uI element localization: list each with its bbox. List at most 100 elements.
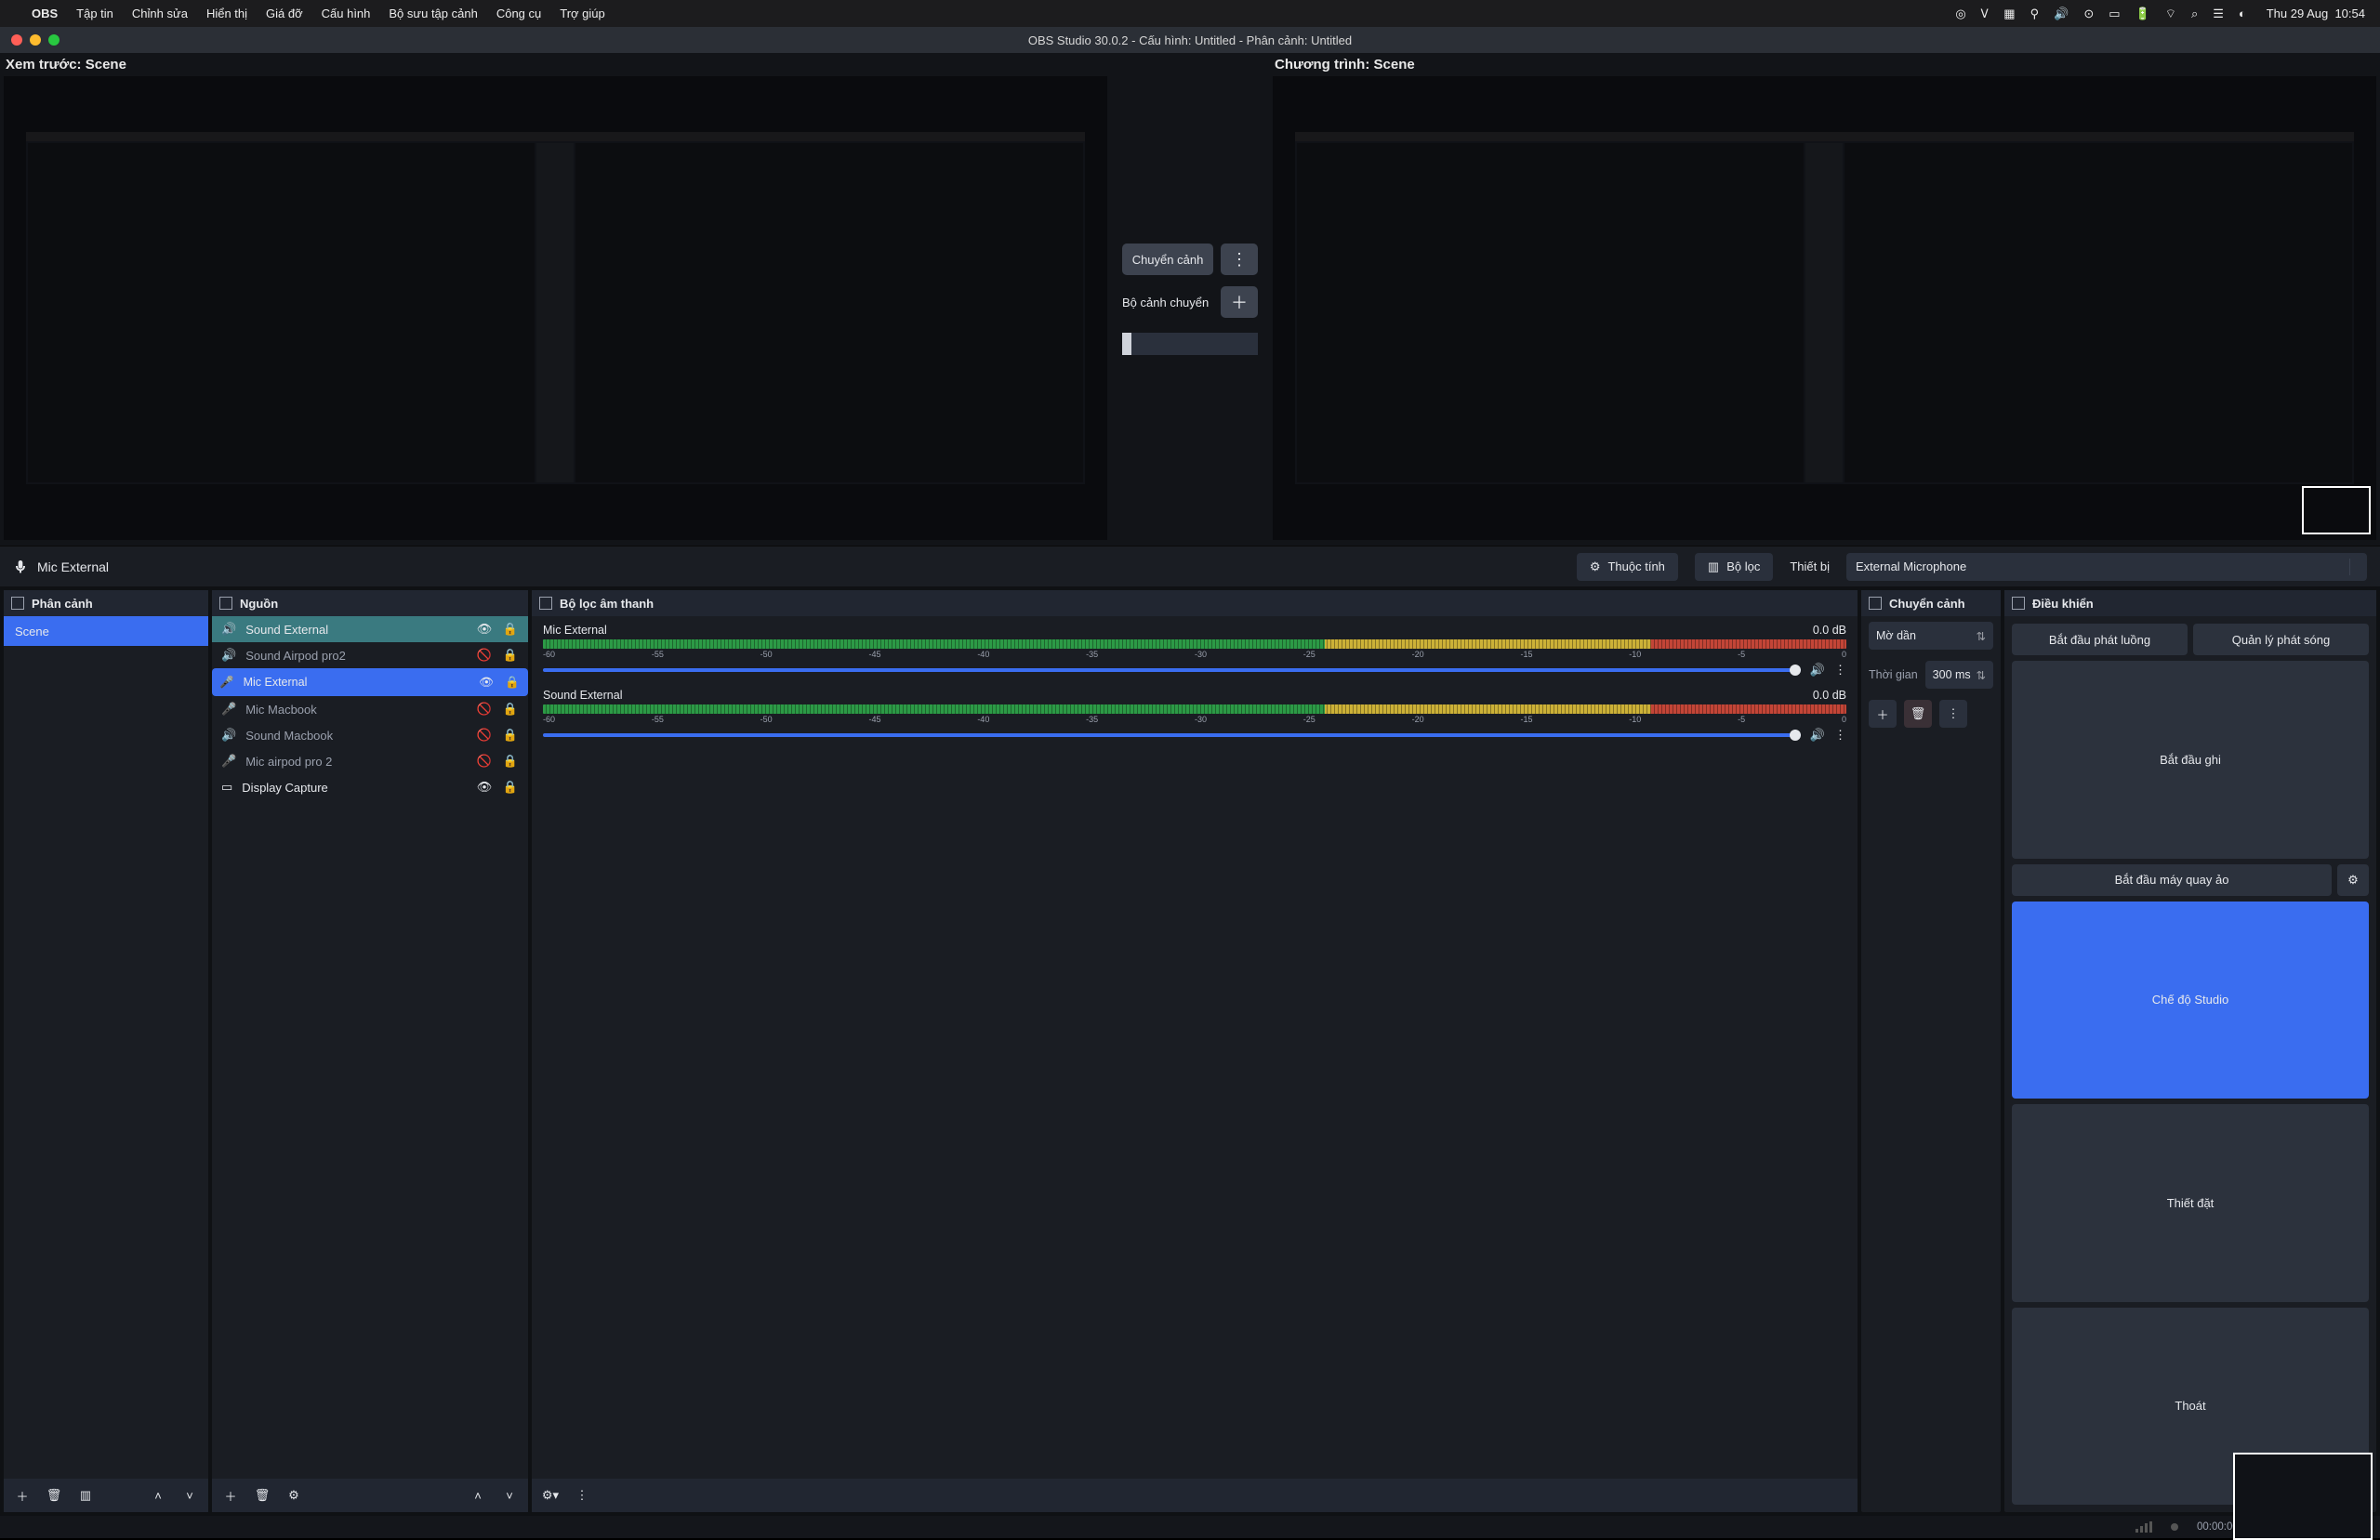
mixer-channel-db: 0.0 dB [1813, 624, 1846, 637]
sources-list: 🔊Sound External👁🔒🔊Sound Airpod pro2🚫🔒🎤Mi… [212, 616, 528, 1479]
popout-icon[interactable] [539, 597, 552, 610]
start-record-button[interactable]: Bắt đầu ghi [2012, 661, 2369, 859]
tbar-slider[interactable] [1122, 333, 1258, 355]
popout-icon[interactable] [219, 597, 232, 610]
popout-icon[interactable] [2012, 597, 2025, 610]
add-scene-button[interactable]: ＋ [9, 1483, 35, 1507]
scene-item[interactable]: Scene [4, 616, 208, 646]
speaker-icon: 🔊 [221, 622, 236, 637]
filters-button[interactable]: ▥ Bộ lọc [1695, 553, 1773, 581]
properties-label: Thuộc tính [1607, 559, 1664, 573]
visibility-toggle[interactable]: 🚫 [476, 648, 493, 663]
transition-button[interactable]: Chuyển cảnh [1122, 244, 1213, 275]
menubar-clock[interactable]: Thu 29 Aug 10:54 [2267, 7, 2365, 20]
source-down-button[interactable]: ˅ [496, 1483, 522, 1507]
screen-mirror-icon[interactable]: ▭ [2109, 7, 2120, 21]
manage-broadcast-button[interactable]: Quản lý phát sóng [2193, 624, 2369, 655]
playback-icon[interactable]: ⊙ [2083, 7, 2094, 21]
popout-icon[interactable] [1869, 597, 1882, 610]
scene-down-button[interactable]: ˅ [177, 1483, 203, 1507]
volume-slider[interactable] [543, 668, 1801, 672]
mute-button[interactable]: 🔊 [1810, 663, 1825, 678]
menu-scenes[interactable]: Bộ sưu tập cảnh [389, 7, 477, 20]
mute-button[interactable]: 🔊 [1810, 728, 1825, 743]
visibility-toggle[interactable]: 👁 [478, 676, 495, 690]
mixer-channel: Sound External0.0 dB-60-55-50-45-40-35-3… [532, 681, 1858, 746]
transition-select-value: Mờ dần [1876, 629, 1916, 642]
lock-toggle[interactable]: 🔒 [504, 676, 521, 690]
properties-button[interactable]: ⚙ Thuộc tính [1577, 553, 1678, 581]
visibility-toggle[interactable]: 🚫 [476, 728, 493, 743]
scenes-title: Phân cảnh [32, 597, 93, 611]
letter-v-icon[interactable]: Ꮩ [1981, 7, 1990, 21]
lock-toggle[interactable]: 🔒 [502, 648, 519, 663]
channel-menu-button[interactable]: ⋮ [1834, 663, 1846, 678]
add-quick-transition-button[interactable]: ＋ [1221, 286, 1258, 318]
stage-manager-icon[interactable]: ▦ [2003, 7, 2015, 21]
vcam-settings-button[interactable]: ⚙ [2337, 864, 2369, 896]
channel-menu-button[interactable]: ⋮ [1834, 728, 1846, 743]
remove-source-button[interactable]: 🗑 [249, 1483, 275, 1507]
source-item[interactable]: ▭Display Capture👁🔒 [212, 774, 528, 800]
menu-obs[interactable]: OBS [32, 7, 58, 20]
volume-icon[interactable]: 🔊 [2054, 7, 2069, 21]
add-transition-button[interactable]: ＋ [1869, 700, 1897, 728]
studio-mode-area: Xem trước: Scene Chuyển cảnh ⋮ Bộ cảnh c… [0, 53, 2380, 546]
bluetooth-icon[interactable]: ⚲ [2030, 7, 2040, 21]
remove-scene-button[interactable]: 🗑 [41, 1483, 67, 1507]
studio-mode-button[interactable]: Chế độ Studio [2012, 902, 2369, 1099]
scene-up-button[interactable]: ˄ [145, 1483, 171, 1507]
device-select[interactable]: External Microphone [1846, 553, 2367, 581]
lock-toggle[interactable]: 🔒 [502, 754, 519, 769]
menu-help[interactable]: Trợ giúp [560, 7, 605, 20]
visibility-toggle[interactable]: 🚫 [476, 702, 493, 717]
tbar-knob[interactable] [1122, 333, 1131, 355]
source-item[interactable]: 🎤Mic External👁🔒 [212, 668, 528, 696]
add-source-button[interactable]: ＋ [218, 1483, 244, 1507]
remove-transition-button[interactable]: 🗑 [1904, 700, 1932, 728]
control-center-icon[interactable]: ☰ [2213, 7, 2224, 21]
visibility-toggle[interactable]: 👁 [476, 622, 493, 637]
lock-toggle[interactable]: 🔒 [502, 702, 519, 717]
mic-icon: 🎤 [219, 676, 234, 690]
menu-view[interactable]: Hiển thị [206, 7, 247, 20]
visibility-toggle[interactable]: 🚫 [476, 754, 493, 769]
menu-profile[interactable]: Cấu hình [322, 7, 371, 20]
scene-filters-button[interactable]: ▥ [73, 1483, 99, 1507]
battery-icon[interactable]: 🔋 [2135, 7, 2150, 21]
obs-tray-icon[interactable]: ◎ [1955, 7, 1965, 21]
menu-edit[interactable]: Chỉnh sửa [132, 7, 188, 20]
transition-menu-button[interactable]: ⋮ [1221, 244, 1258, 275]
menu-docks[interactable]: Giá đỡ [266, 7, 303, 20]
speaker-icon: 🔊 [221, 728, 236, 743]
popout-icon[interactable] [11, 597, 24, 610]
source-properties-button[interactable]: ⚙ [281, 1483, 307, 1507]
siri-icon[interactable]: ◐ [2239, 7, 2246, 20]
transition-select[interactable]: Mờ dần ⇅ [1869, 622, 1993, 650]
transition-center: Chuyển cảnh ⋮ Bộ cảnh chuyển ＋ [1111, 53, 1269, 546]
visibility-toggle[interactable]: 👁 [476, 780, 493, 795]
lock-toggle[interactable]: 🔒 [502, 780, 519, 795]
volume-slider[interactable] [543, 733, 1801, 737]
settings-button[interactable]: Thiết đặt [2012, 1104, 2369, 1302]
transition-properties-button[interactable]: ⋮ [1939, 700, 1967, 728]
source-item[interactable]: 🎤Mic airpod pro 2🚫🔒 [212, 748, 528, 774]
mixer-advanced-button[interactable]: ⚙▾ [537, 1483, 563, 1507]
menu-file[interactable]: Tập tin [76, 7, 113, 20]
menu-tools[interactable]: Công cụ [496, 7, 541, 20]
start-vcam-button[interactable]: Bắt đầu máy quay ảo [2012, 864, 2332, 896]
source-up-button[interactable]: ˄ [465, 1483, 491, 1507]
source-item[interactable]: 🔊Sound Macbook🚫🔒 [212, 722, 528, 748]
duration-stepper[interactable]: 300 ms ⇅ [1925, 661, 1993, 689]
lock-toggle[interactable]: 🔒 [502, 622, 519, 637]
mixer-menu-button[interactable]: ⋮ [569, 1483, 595, 1507]
spotlight-icon[interactable]: ⌕ [2191, 7, 2198, 21]
lock-toggle[interactable]: 🔒 [502, 728, 519, 743]
preview-canvas[interactable] [4, 76, 1107, 540]
source-item[interactable]: 🔊Sound External👁🔒 [212, 616, 528, 642]
source-item-label: Mic Macbook [245, 703, 467, 717]
source-item[interactable]: 🎤Mic Macbook🚫🔒 [212, 696, 528, 722]
wifi-icon[interactable]: ⌔ [2165, 7, 2176, 21]
start-stream-button[interactable]: Bắt đầu phát luồng [2012, 624, 2188, 655]
source-item[interactable]: 🔊Sound Airpod pro2🚫🔒 [212, 642, 528, 668]
